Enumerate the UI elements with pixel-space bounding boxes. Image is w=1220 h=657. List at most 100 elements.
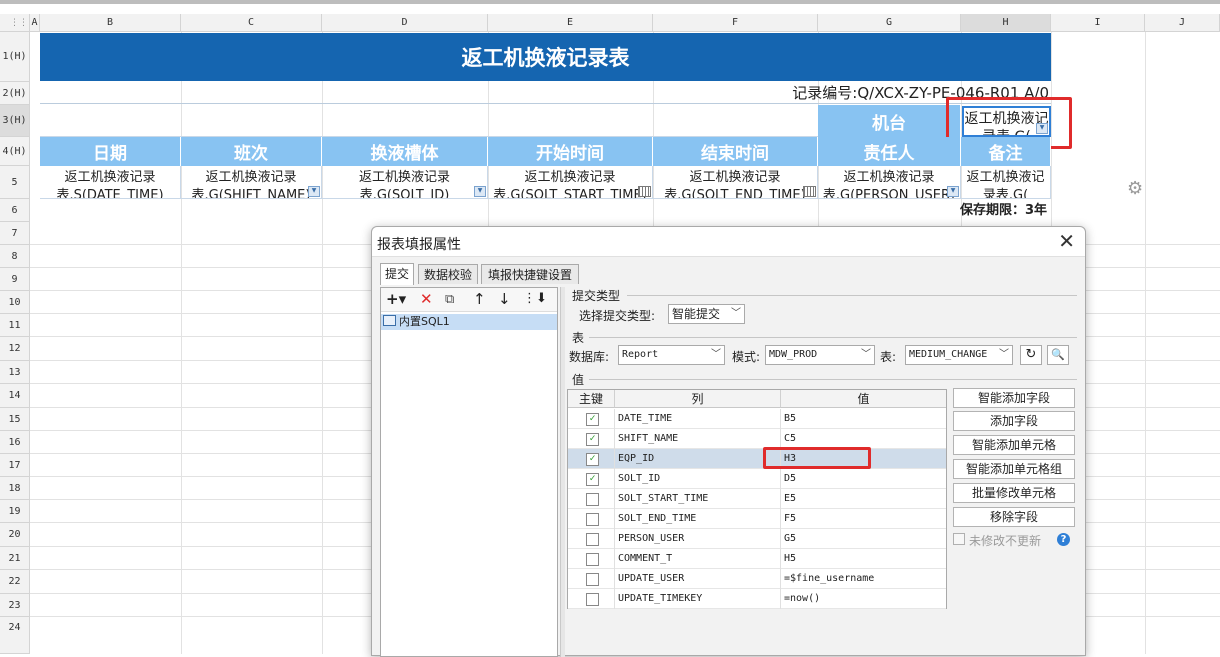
record-number[interactable]: 记录编号:Q/XCX-ZY-PE-046-R01 A/0 (40, 82, 1051, 104)
row-header-24[interactable]: 24 (0, 617, 30, 654)
row-header-21[interactable]: 21 (0, 547, 30, 570)
row-header-6[interactable]: 6 (0, 199, 30, 222)
primary-key-checkbox[interactable]: ✓ (586, 453, 599, 466)
row-header-17[interactable]: 17 (0, 454, 30, 477)
table-row[interactable]: ✓ SHIFT_NAME C5 (568, 429, 946, 449)
table-row[interactable]: COMMENT_T H5 (568, 549, 946, 569)
help-icon[interactable]: ? (1057, 533, 1070, 546)
calendar-icon[interactable] (803, 186, 816, 197)
submit-type-select[interactable]: 智能提交 ﹀ (668, 304, 745, 324)
retention-period[interactable]: 保存期限：3年 (40, 199, 1051, 222)
row-header-4[interactable]: 4(H) (0, 137, 30, 166)
schema-select[interactable]: MDW_PROD ﹀ (765, 345, 875, 365)
primary-key-checkbox[interactable] (586, 493, 599, 506)
table-select[interactable]: MEDIUM_CHANGE ﹀ (905, 345, 1013, 365)
smart-add-cell-button[interactable]: 智能添加单元格 (953, 435, 1075, 455)
move-down-icon[interactable]: ↓ (498, 290, 511, 308)
primary-key-checkbox[interactable] (586, 593, 599, 606)
add-icon[interactable]: +▾ (386, 290, 406, 308)
row-header-23[interactable]: 23 (0, 594, 30, 617)
select-all-corner[interactable]: ⋮⋮ (0, 14, 30, 32)
batch-modify-cells-button[interactable]: 批量修改单元格 (953, 483, 1075, 503)
row-header-10[interactable]: 10 (0, 291, 30, 314)
delete-icon[interactable]: ✕ (420, 290, 433, 308)
column-value[interactable]: C5 (781, 429, 946, 449)
calendar-icon[interactable] (638, 186, 651, 197)
column-value[interactable]: E5 (781, 489, 946, 509)
cell-h5[interactable]: 返工机换液记录表.G( (961, 166, 1051, 199)
header-shift[interactable]: 班次 (181, 137, 322, 166)
row-header-16[interactable]: 16 (0, 431, 30, 454)
column-header-column[interactable]: 列 (615, 390, 781, 408)
column-value[interactable]: B5 (781, 409, 946, 429)
row-header-7[interactable]: 7 (0, 222, 30, 245)
cell-c5[interactable]: 返工机换液记录表.G(SHIFT_NAME) ▼ (181, 166, 322, 199)
column-header-e[interactable]: E (488, 14, 653, 32)
column-header-d[interactable]: D (322, 14, 488, 32)
preview-icon[interactable]: 🔍 (1047, 345, 1069, 365)
sort-icon[interactable]: ⋮⬇ (523, 291, 547, 306)
primary-key-checkbox[interactable] (586, 513, 599, 526)
cell-f5[interactable]: 返工机换液记录表.G(SOLT_END_TIME) (653, 166, 818, 199)
row-header-19[interactable]: 19 (0, 500, 30, 523)
row-header-13[interactable]: 13 (0, 361, 30, 384)
row-header-20[interactable]: 20 (0, 523, 30, 547)
row-header-11[interactable]: 11 (0, 314, 30, 337)
primary-key-checkbox[interactable]: ✓ (586, 413, 599, 426)
column-value[interactable]: =$fine_username (781, 569, 946, 589)
header-remark[interactable]: 备注 (961, 137, 1051, 166)
column-header-f[interactable]: F (653, 14, 818, 32)
column-header-a[interactable]: A (30, 14, 40, 32)
dropdown-arrow-icon[interactable]: ▼ (947, 186, 959, 197)
tab-data-validation[interactable]: 数据校验 (418, 264, 478, 284)
header-person[interactable]: 责任人 (818, 137, 961, 166)
column-value[interactable]: =now() (781, 589, 946, 609)
primary-key-checkbox[interactable]: ✓ (586, 473, 599, 486)
primary-key-checkbox[interactable] (586, 533, 599, 546)
table-row[interactable]: ✓ SOLT_ID D5 (568, 469, 946, 489)
primary-key-checkbox[interactable]: ✓ (586, 433, 599, 446)
column-header-g[interactable]: G (818, 14, 961, 32)
remove-field-button[interactable]: 移除字段 (953, 507, 1075, 527)
row-header-15[interactable]: 15 (0, 408, 30, 431)
row-header-18[interactable]: 18 (0, 477, 30, 500)
row-header-3[interactable]: 3(H) (0, 105, 30, 137)
smart-add-cell-group-button[interactable]: 智能添加单元格组 (953, 459, 1075, 479)
column-header-value[interactable]: 值 (781, 390, 946, 408)
tab-submit[interactable]: 提交 (380, 263, 414, 285)
primary-key-checkbox[interactable] (586, 553, 599, 566)
table-row-selected[interactable]: ✓ EQP_ID H3 (568, 449, 946, 469)
table-row[interactable]: PERSON_USER G5 (568, 529, 946, 549)
no-update-if-unmodified-checkbox[interactable] (953, 533, 965, 545)
row-header-9[interactable]: 9 (0, 268, 30, 291)
database-select[interactable]: Report ﹀ (618, 345, 725, 365)
header-start-time[interactable]: 开始时间 (488, 137, 653, 166)
column-value[interactable]: D5 (781, 469, 946, 489)
row3-empty-cell[interactable] (40, 105, 818, 137)
cell-b5[interactable]: 返工机换液记录表.S(DATE_TIME) (40, 166, 181, 199)
tab-shortcut-settings[interactable]: 填报快捷键设置 (481, 264, 579, 284)
machine-label[interactable]: 机台 (818, 105, 961, 137)
gear-icon[interactable]: ⚙ (1127, 180, 1145, 198)
column-header-h[interactable]: H (961, 14, 1051, 32)
row-header-22[interactable]: 22 (0, 570, 30, 594)
dropdown-arrow-icon[interactable]: ▼ (308, 186, 320, 197)
column-header-b[interactable]: B (40, 14, 181, 32)
tree-item-builtin-sql1[interactable]: 内置SQL1 (381, 314, 557, 330)
header-date[interactable]: 日期 (40, 137, 181, 166)
column-value[interactable]: G5 (781, 529, 946, 549)
column-header-primary-key[interactable]: 主键 (568, 390, 615, 408)
report-title[interactable]: 返工机换液记录表 (40, 33, 1051, 81)
cell-g5[interactable]: 返工机换液记录表.G(PERSON_USER) ▼ (818, 166, 961, 199)
add-field-button[interactable]: 添加字段 (953, 411, 1075, 431)
row-header-2[interactable]: 2(H) (0, 82, 30, 105)
copy-icon[interactable]: ⧉ (445, 292, 454, 307)
cell-d5[interactable]: 返工机换液记录表.G(SOLT_ID) ▼ (322, 166, 488, 199)
column-header-c[interactable]: C (181, 14, 322, 32)
table-row[interactable]: SOLT_END_TIME F5 (568, 509, 946, 529)
row-header-5[interactable]: 5 (0, 166, 30, 199)
row-header-14[interactable]: 14 (0, 384, 30, 408)
primary-key-checkbox[interactable] (586, 573, 599, 586)
smart-add-field-button[interactable]: 智能添加字段 (953, 388, 1075, 408)
row-header-12[interactable]: 12 (0, 337, 30, 361)
